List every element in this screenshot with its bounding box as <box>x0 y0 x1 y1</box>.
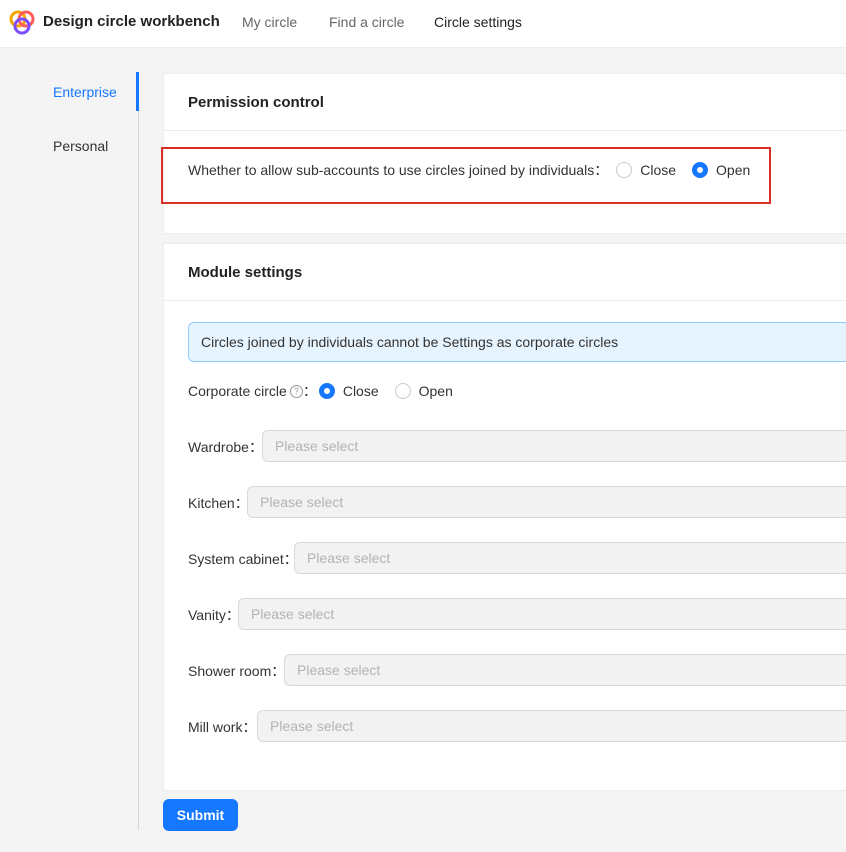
permission-question: Whether to allow sub-accounts to use cir… <box>188 162 609 178</box>
radio-label-open: Open <box>716 162 751 178</box>
corporate-close-radio[interactable]: Close <box>318 383 395 399</box>
permission-row: Whether to allow sub-accounts to use cir… <box>188 160 766 180</box>
corporate-circle-label: Corporate circle <box>188 383 287 399</box>
sidebar-item-personal[interactable]: Personal <box>53 138 108 154</box>
module-settings-title: Module settings <box>164 244 846 301</box>
radio-label-open: Open <box>418 383 453 399</box>
permission-open-radio[interactable]: Open <box>692 162 766 178</box>
nav-circle-settings[interactable]: Circle settings <box>434 14 522 30</box>
sidebar-active-indicator <box>136 72 139 111</box>
radio-unchecked-icon <box>394 383 411 399</box>
vanity-label: Vanity： <box>188 607 240 623</box>
top-bar: Design circle workbench My circle Find a… <box>0 0 846 48</box>
shower-room-label: Shower room： <box>188 663 286 679</box>
permission-title: Permission control <box>164 74 846 131</box>
wardrobe-label: Wardrobe： <box>188 439 263 455</box>
nav-find-a-circle[interactable]: Find a circle <box>329 14 404 30</box>
corporate-circle-row: Corporate circle ? ： Close Open <box>188 381 469 401</box>
radio-label-close: Close <box>342 383 379 399</box>
vanity-select[interactable]: Please select <box>238 598 846 630</box>
info-banner: Circles joined by individuals cannot be … <box>188 322 846 362</box>
system-cabinet-label: System cabinet： <box>188 551 298 567</box>
kitchen-label: Kitchen： <box>188 495 249 511</box>
radio-label-close: Close <box>640 162 677 178</box>
question-mark-icon[interactable]: ? <box>289 384 303 398</box>
shower-room-select[interactable]: Please select <box>284 654 846 686</box>
corporate-open-radio[interactable]: Open <box>394 383 469 399</box>
nav-my-circle[interactable]: My circle <box>242 14 297 30</box>
submit-button[interactable]: Submit <box>163 799 238 831</box>
circle-logo-icon <box>9 10 35 35</box>
radio-checked-icon <box>318 383 335 399</box>
system-cabinet-select[interactable]: Please select <box>294 542 846 574</box>
kitchen-select[interactable]: Please select <box>247 486 846 518</box>
sidebar-item-enterprise[interactable]: Enterprise <box>53 84 117 100</box>
app-title: Design circle workbench <box>43 13 220 30</box>
sidebar-divider <box>138 72 139 830</box>
mill-work-label: Mill work： <box>188 719 257 735</box>
mill-work-select[interactable]: Please select <box>257 710 846 742</box>
permission-close-radio[interactable]: Close <box>616 162 692 178</box>
radio-checked-icon <box>692 162 709 178</box>
wardrobe-select[interactable]: Please select <box>262 430 846 462</box>
radio-unchecked-icon <box>616 162 633 178</box>
corporate-circle-colon: ： <box>302 383 317 399</box>
